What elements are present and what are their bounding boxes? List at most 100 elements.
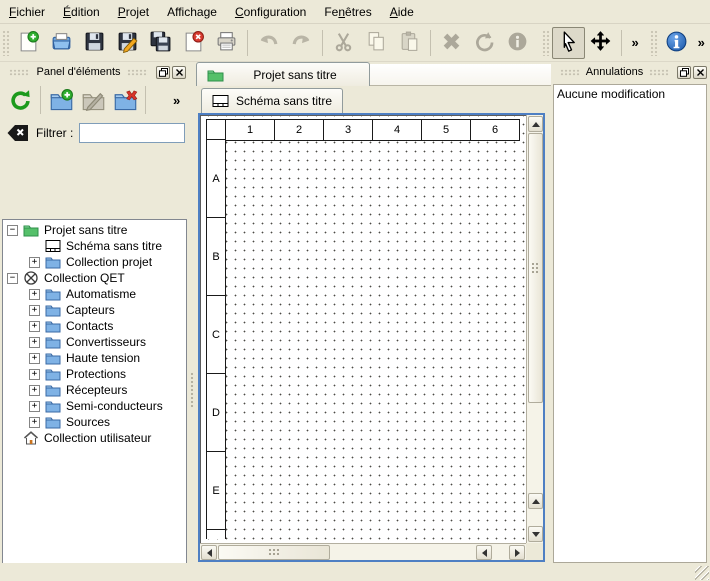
delete-x-icon [440,30,463,56]
tab-projet-sans-titre[interactable]: Projet sans titre [196,62,370,86]
scroll-down-button[interactable] [528,526,543,542]
tree-item-convertisseurs[interactable]: + Convertisseurs [3,334,186,350]
menu-fichier[interactable]: Fichier [0,3,54,21]
menu-fenetres[interactable]: Fenêtres [315,3,380,21]
vertical-scrollbar-thumb[interactable] [528,133,543,403]
close-file-icon [182,30,205,56]
undo-panel-titlebar[interactable]: Annulations [551,62,710,82]
tab-schema-sans-titre[interactable]: Schéma sans titre [201,88,343,113]
tree-item-contacts[interactable]: + Contacts [3,318,186,334]
panel-splitter[interactable] [188,62,196,563]
tab-label: Schéma sans titre [236,94,332,108]
vertical-scrollbar[interactable] [526,115,543,543]
tree-item-haute-tension[interactable]: + Haute tension [3,350,186,366]
toolbar-drag-handle[interactable] [542,30,550,56]
menu-configuration[interactable]: Configuration [226,3,315,21]
arrow-left-icon [207,549,212,557]
rotate-icon [473,30,496,56]
information-icon [506,30,529,56]
about-button[interactable] [660,27,693,59]
close-file-button[interactable] [177,27,210,59]
arrow-left-icon [482,549,487,557]
scroll-right-button[interactable] [509,545,525,560]
tab-label: Projet sans titre [253,68,336,82]
reload-collections-button[interactable] [4,84,36,116]
toolbar-drag-handle[interactable] [650,30,658,56]
save-button[interactable] [78,27,111,59]
save-all-button[interactable] [144,27,177,59]
project-folder-icon [23,222,39,238]
elements-panel-titlebar[interactable]: Panel d'éléments [0,62,189,82]
collapse-expander[interactable]: − [7,225,18,236]
tree-item-collection-utilisateur[interactable]: Collection utilisateur [3,430,186,446]
elements-panel: Panel d'éléments » Filtrer : − [0,62,189,563]
tree-item-semi-conducteurs[interactable]: + Semi-conducteurs [3,398,186,414]
new-document-button[interactable] [12,27,45,59]
move-mode-button[interactable] [585,27,618,59]
select-mode-button[interactable] [552,27,585,59]
float-icon [159,68,168,77]
scroll-left-button-2[interactable] [476,545,492,560]
open-folder-icon [50,30,73,56]
qet-logo-icon [23,270,39,286]
undo-list-item[interactable]: Aucune modification [557,86,703,102]
panel-overflow-chevron[interactable]: » [168,93,185,108]
folder-icon [45,318,61,334]
delete-button [435,27,468,59]
column-header: 5 [421,119,471,141]
menu-edition[interactable]: Édition [54,3,109,21]
tree-item-sources[interactable]: + Sources [3,414,186,430]
copy-icon [365,30,388,56]
float-panel-button[interactable] [677,66,691,79]
toolbar-drag-handle[interactable] [2,30,10,56]
arrow-up-icon [532,499,540,504]
expand-expander[interactable]: + [29,257,40,268]
redo-icon [290,30,313,56]
print-icon [215,30,238,56]
tree-item-recepteurs[interactable]: + Récepteurs [3,382,186,398]
filter-input[interactable] [79,123,185,143]
horizontal-scrollbar[interactable] [200,543,526,560]
toolbar-overflow-chevron[interactable]: » [626,35,643,50]
folder-icon [45,254,61,270]
schema-canvas[interactable]: 1 2 3 4 5 6 A B C D E [200,115,526,543]
tree-item-automatisme[interactable]: + Automatisme [3,286,186,302]
tree-item-protections[interactable]: + Protections [3,366,186,382]
clear-filter-button[interactable] [6,124,30,142]
save-as-button[interactable] [111,27,144,59]
schema-view-window: 1 2 3 4 5 6 A B C D E [198,113,545,562]
open-button[interactable] [45,27,78,59]
new-category-button[interactable] [45,84,77,116]
tree-item-collection-qet[interactable]: − Collection QET [3,270,186,286]
print-button[interactable] [210,27,243,59]
undo-panel: Annulations Aucune modification [551,62,710,563]
delete-category-button[interactable] [109,84,141,116]
float-panel-button[interactable] [156,66,170,79]
scroll-up-button-2[interactable] [528,493,543,509]
menu-affichage[interactable]: Affichage [158,3,226,21]
column-header: 4 [372,119,422,141]
frame-corner-cell [206,119,226,141]
tree-item-collection-projet[interactable]: + Collection projet [3,254,186,270]
toolbar-overflow-chevron[interactable]: » [693,35,710,50]
scroll-left-button[interactable] [201,545,217,560]
tree-item-schema[interactable]: Schéma sans titre [3,238,186,254]
menu-aide[interactable]: Aide [381,3,423,21]
tree-label: Collection QET [44,271,125,285]
horizontal-scrollbar-thumb[interactable] [218,545,330,560]
undo-history-list[interactable]: Aucune modification [553,84,707,563]
scroll-up-button[interactable] [528,116,543,132]
tree-item-capteurs[interactable]: + Capteurs [3,302,186,318]
row-header: C [206,295,226,374]
folder-icon [45,382,61,398]
window-resize-grip[interactable] [695,566,709,580]
toolbar-separator [322,30,323,56]
tree-item-projet[interactable]: − Projet sans titre [3,222,186,238]
column-header: 3 [323,119,373,141]
menu-bar: Fichier Édition Projet Affichage Configu… [0,0,710,24]
tree-label: Sources [66,415,110,429]
close-panel-button[interactable] [693,66,707,79]
menu-projet[interactable]: Projet [109,3,158,21]
close-panel-button[interactable] [172,66,186,79]
collapse-expander[interactable]: − [7,273,18,284]
